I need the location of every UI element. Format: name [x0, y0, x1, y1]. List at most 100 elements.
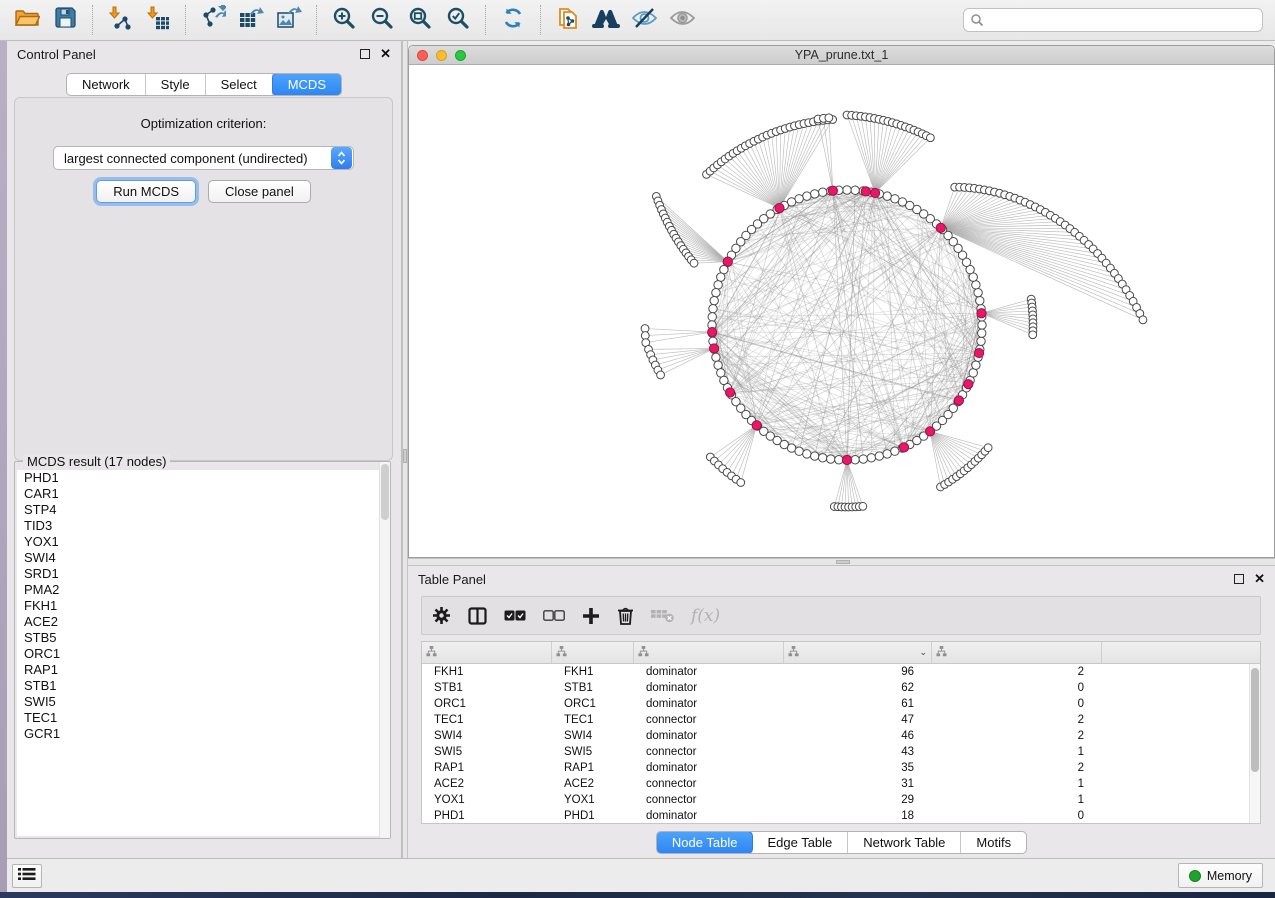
import-table-button[interactable] [141, 4, 175, 36]
show-all-button[interactable] [665, 4, 699, 36]
float-window-icon[interactable] [360, 49, 370, 59]
mcds-result-item[interactable]: GCR1 [17, 726, 388, 742]
column-header-successor-nodes[interactable]: ⌄ [784, 642, 932, 663]
add-column-icon[interactable] [582, 607, 600, 625]
save-session-button[interactable] [48, 4, 82, 36]
mcds-result-item[interactable]: ORC1 [17, 646, 388, 662]
table-row[interactable]: SWI5SWI5connector431 [422, 744, 1260, 760]
mcds-result-item[interactable]: CAR1 [17, 486, 388, 502]
mcds-result-item[interactable]: TID3 [17, 518, 388, 534]
import-table-icon [146, 5, 171, 35]
zoom-out-button[interactable] [365, 4, 399, 36]
search-binoculars-button[interactable] [589, 4, 623, 36]
zoom-in-button[interactable] [327, 4, 361, 36]
cell-predecessor: 1 [932, 746, 1102, 758]
export-table-button[interactable] [234, 4, 268, 36]
horizontal-splitter[interactable] [408, 558, 1275, 566]
table-row[interactable]: ORC1ORC1dominator610 [422, 696, 1260, 712]
zoom-out-icon [370, 6, 394, 35]
mcds-result-item[interactable]: SRD1 [17, 566, 388, 582]
select-all-rows-icon[interactable] [504, 610, 526, 621]
mcds-list-scrollbar[interactable] [379, 462, 390, 838]
run-mcds-button[interactable]: Run MCDS [96, 180, 196, 203]
close-panel-icon[interactable]: ✕ [1254, 574, 1265, 584]
mcds-result-item[interactable]: FKH1 [17, 598, 388, 614]
tab-node-table[interactable]: Node Table [656, 831, 754, 854]
cell-successor: 18 [784, 810, 932, 822]
tab-select[interactable]: Select [206, 74, 273, 95]
float-window-icon[interactable] [1234, 574, 1244, 584]
table-row[interactable]: PHD1PHD1dominator180 [422, 808, 1260, 824]
mcds-result-item[interactable]: TEC1 [17, 710, 388, 726]
tab-motifs[interactable]: Motifs [961, 832, 1026, 853]
tab-network[interactable]: Network [67, 74, 146, 95]
tab-network-table[interactable]: Network Table [848, 832, 961, 853]
network-window-titlebar[interactable]: YPA_prune.txt_1 [409, 46, 1274, 65]
table-settings-gear-icon[interactable] [432, 606, 451, 625]
mcds-result-item[interactable]: PMA2 [17, 582, 388, 598]
close-panel-button[interactable]: Close panel [208, 180, 311, 203]
table-tab-bar: Node TableEdge TableNetwork TableMotifs [408, 831, 1275, 854]
cell-predecessor: 2 [932, 730, 1102, 742]
toolbar-separator [316, 5, 317, 35]
refresh-button[interactable] [496, 4, 530, 36]
tab-style[interactable]: Style [146, 74, 206, 95]
table-row[interactable]: ACE2ACE2connector311 [422, 776, 1260, 792]
search-input[interactable] [963, 8, 1263, 32]
list-icon [18, 867, 36, 886]
tab-edge-table[interactable]: Edge Table [752, 832, 848, 853]
sort-chevron-icon: ⌄ [919, 647, 927, 658]
mcds-result-item[interactable]: STB5 [17, 630, 388, 646]
mcds-result-list[interactable]: PHD1CAR1STP4TID3YOX1SWI4SRD1PMA2FKH1ACE2… [17, 470, 388, 836]
mcds-result-item[interactable]: SWI5 [17, 694, 388, 710]
mcds-result-item[interactable]: PHD1 [17, 470, 388, 486]
column-header-name[interactable] [552, 642, 634, 663]
delete-column-icon[interactable] [617, 606, 634, 625]
table-scrollbar[interactable] [1249, 664, 1260, 823]
column-header-MCDS-role[interactable] [634, 642, 784, 663]
memory-button[interactable]: Memory [1178, 863, 1263, 888]
table-row[interactable]: RAP1RAP1dominator352 [422, 760, 1260, 776]
hide-selected-button[interactable] [627, 4, 661, 36]
cell-name: RAP1 [552, 762, 634, 774]
export-network-button[interactable] [196, 4, 230, 36]
network-view-window: YPA_prune.txt_1 [408, 45, 1275, 558]
mcds-result-item[interactable]: YOX1 [17, 534, 388, 550]
import-network-button[interactable] [103, 4, 137, 36]
column-header-shared-name[interactable] [422, 642, 552, 663]
mcds-result-item[interactable]: ACE2 [17, 614, 388, 630]
window-minimize-icon[interactable] [436, 50, 447, 61]
cell-name: ACE2 [552, 778, 634, 790]
zoom-fit-button[interactable] [403, 4, 437, 36]
zoom-selected-button[interactable] [441, 4, 475, 36]
table-row[interactable]: FKH1FKH1dominator962 [422, 664, 1260, 680]
table-row[interactable]: SWI4SWI4dominator462 [422, 728, 1260, 744]
window-close-icon[interactable] [417, 50, 428, 61]
cell-shared_name: ORC1 [422, 698, 552, 710]
cell-name: PHD1 [552, 810, 634, 822]
show-column-icon[interactable] [468, 607, 487, 625]
table-row[interactable]: TEC1TEC1connector472 [422, 712, 1260, 728]
open-file-button[interactable] [10, 4, 44, 36]
optimization-dropdown[interactable]: largest connected component (undirected) [53, 146, 354, 170]
splitter-handle[interactable] [403, 449, 407, 463]
deselect-all-rows-icon[interactable] [543, 610, 565, 621]
table-row[interactable]: YOX1YOX1connector291 [422, 792, 1260, 808]
mcds-result-item[interactable]: SWI4 [17, 550, 388, 566]
export-image-button[interactable] [272, 4, 306, 36]
cell-mcds_role: dominator [634, 698, 784, 710]
tab-mcds[interactable]: MCDS [272, 73, 342, 96]
table-row[interactable]: STB1STB1dominator620 [422, 680, 1260, 696]
close-panel-icon[interactable]: ✕ [380, 49, 391, 59]
mcds-result-item[interactable]: RAP1 [17, 662, 388, 678]
splitter-handle[interactable] [836, 560, 850, 564]
mcds-result-item[interactable]: STP4 [17, 502, 388, 518]
mcds-result-item[interactable]: STB1 [17, 678, 388, 694]
column-header-predecessor-nodes[interactable] [932, 642, 1102, 663]
window-zoom-icon[interactable] [455, 50, 466, 61]
clone-network-button[interactable] [551, 4, 585, 36]
network-canvas[interactable] [409, 65, 1274, 557]
task-history-button[interactable] [12, 864, 42, 888]
table-scrollbar-thumb[interactable] [1251, 668, 1259, 772]
export-network-icon [200, 5, 226, 35]
